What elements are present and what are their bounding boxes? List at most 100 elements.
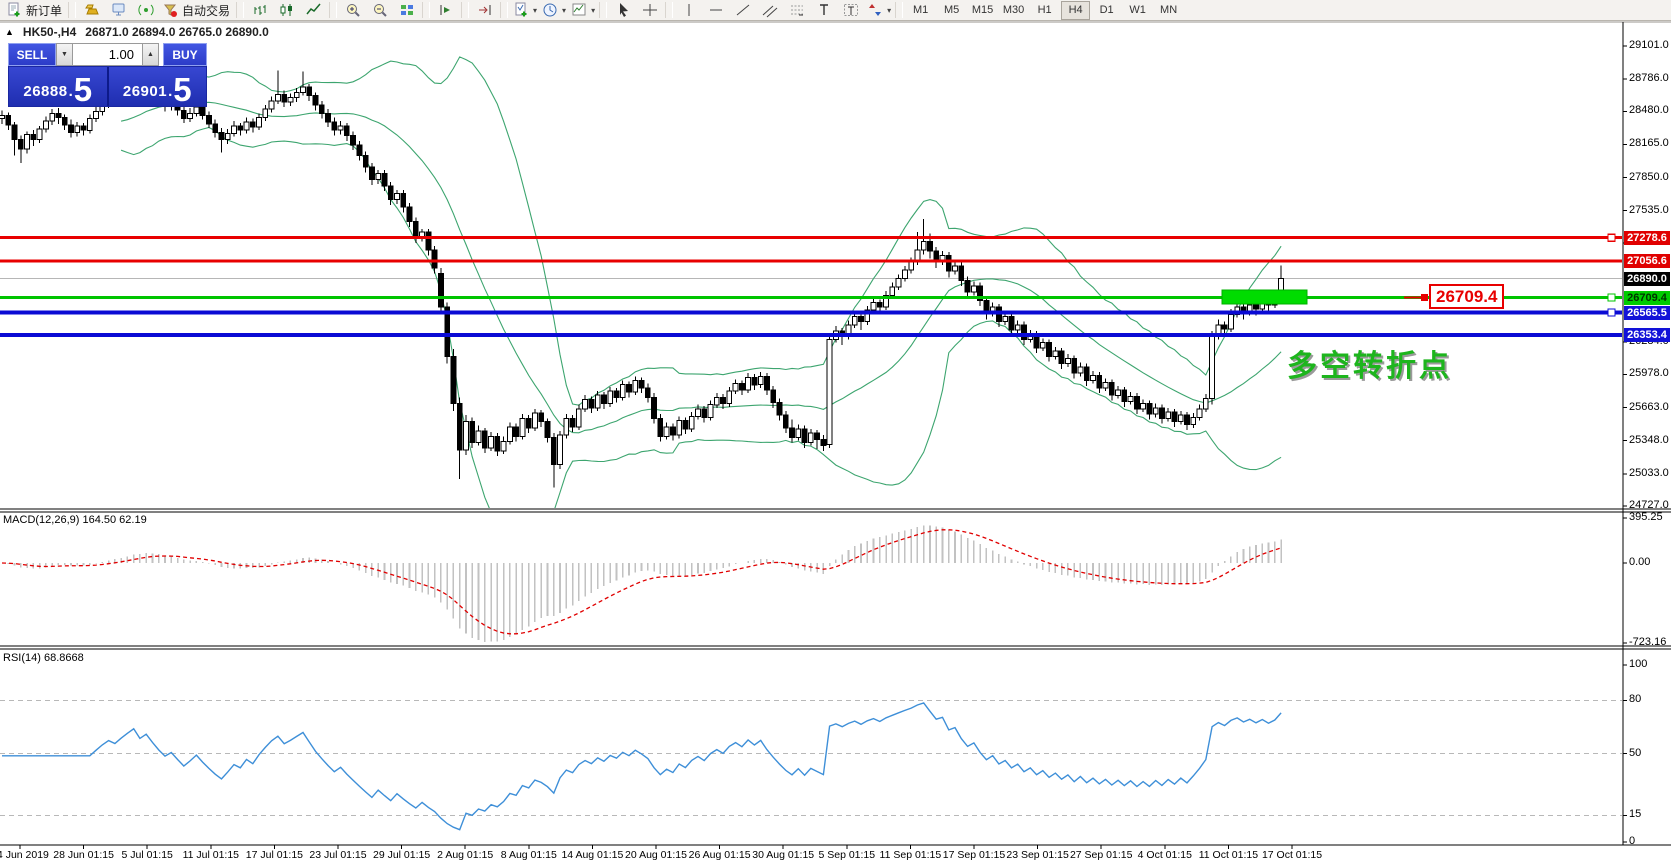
trend-line-button[interactable] bbox=[729, 1, 756, 20]
volume-down-button[interactable]: ▼ bbox=[56, 43, 73, 66]
fibonacci-icon bbox=[790, 5, 803, 16]
timeframe-button-m30[interactable]: M30 bbox=[999, 1, 1028, 20]
horizontal-line-icon bbox=[709, 9, 722, 11]
line-chart-icon bbox=[305, 3, 321, 15]
fibonacci-button[interactable] bbox=[783, 1, 810, 20]
arrows-icon bbox=[869, 4, 882, 16]
one-click-trading-panel: SELL ▼ ▲ BUY 26888 . 5 26901 . 5 bbox=[8, 43, 207, 107]
candle-chart-button[interactable] bbox=[273, 1, 300, 20]
gold-icon bbox=[84, 4, 99, 15]
line-chart-button[interactable] bbox=[300, 1, 327, 20]
channel-button[interactable] bbox=[756, 1, 783, 20]
sell-price-base: 26888 bbox=[23, 83, 68, 100]
buy-price-dot: . bbox=[168, 83, 173, 100]
vertical-line-icon bbox=[688, 4, 690, 16]
toolbar-separator bbox=[665, 2, 674, 18]
buy-button[interactable]: BUY bbox=[163, 43, 207, 66]
toolbar-separator bbox=[68, 2, 77, 18]
chart-header: ▲ HK50-,H4 26871.0 26894.0 26765.0 26890… bbox=[5, 25, 269, 39]
buy-price-display[interactable]: 26901 . 5 bbox=[109, 67, 207, 106]
sell-price-display[interactable]: 26888 . 5 bbox=[9, 67, 107, 106]
signals-button[interactable] bbox=[132, 1, 159, 20]
new-order-button-label: 新订单 bbox=[26, 3, 63, 18]
chart-shift-button[interactable] bbox=[471, 1, 498, 20]
collapse-panel-icon[interactable]: ▲ bbox=[5, 27, 14, 37]
buy-price-fraction: 5 bbox=[173, 70, 192, 108]
toolbar-separator bbox=[599, 2, 608, 18]
timeframe-button-mn[interactable]: MN bbox=[1154, 1, 1183, 20]
toolbar-separator bbox=[500, 2, 509, 18]
auto-scroll-button[interactable] bbox=[432, 1, 459, 20]
timeframe-button-m1[interactable]: M1 bbox=[906, 1, 935, 20]
indicators-button[interactable]: ▾ bbox=[510, 1, 539, 20]
cursor-icon bbox=[619, 3, 628, 17]
toolbar-separator bbox=[236, 2, 245, 18]
sell-price-fraction: 5 bbox=[73, 70, 93, 108]
toolbar-separator bbox=[461, 2, 470, 18]
signal-icon bbox=[137, 4, 154, 16]
text-label-button[interactable] bbox=[837, 1, 864, 20]
timeframe-button-m5[interactable]: M5 bbox=[937, 1, 966, 20]
sell-price-dot: . bbox=[68, 83, 73, 100]
volume-up-button[interactable]: ▲ bbox=[142, 43, 159, 66]
toolbar-separator bbox=[895, 2, 904, 18]
chevron-down-icon[interactable]: ▾ bbox=[591, 6, 595, 15]
text-label-icon bbox=[843, 4, 858, 16]
clock-icon bbox=[543, 3, 557, 17]
crosshair-button[interactable] bbox=[636, 1, 663, 20]
chart-canvas[interactable] bbox=[0, 0, 1671, 865]
crosshair-icon bbox=[642, 4, 657, 16]
chevron-down-icon[interactable]: ▾ bbox=[562, 6, 566, 15]
bar-chart-button[interactable] bbox=[246, 1, 273, 20]
text-button[interactable] bbox=[810, 1, 837, 20]
timeframe-button-h1[interactable]: H1 bbox=[1030, 1, 1059, 20]
trend-line-icon bbox=[736, 4, 749, 16]
zoom-out-icon bbox=[373, 4, 387, 17]
autotrade-icon bbox=[163, 4, 178, 17]
turning-point-annotation: 多空转折点 bbox=[1287, 350, 1452, 383]
timeframe-button-d1[interactable]: D1 bbox=[1092, 1, 1121, 20]
arrows-button[interactable]: ▾ bbox=[864, 1, 893, 20]
text-icon bbox=[819, 4, 828, 15]
toolbar-separator bbox=[422, 2, 431, 18]
chart-shift-icon bbox=[478, 5, 491, 15]
templates-button[interactable]: ▾ bbox=[568, 1, 597, 20]
timeframe-button-m15[interactable]: M15 bbox=[968, 1, 997, 20]
vertical-line-button[interactable] bbox=[675, 1, 702, 20]
autotrade-button[interactable]: 自动交易 bbox=[159, 1, 234, 20]
symbol-period-label: HK50-,H4 bbox=[22, 25, 77, 39]
zoom-in-icon bbox=[346, 4, 360, 17]
tile-windows-button[interactable] bbox=[393, 1, 420, 20]
zoom-out-button[interactable] bbox=[366, 1, 393, 20]
trading-terminal-window: 新订单 自动交易 ▾ ▾ ▾ ▾ M1 M5 M15 M30 H1 H4 D1 W1 MN ▲ HK50-,… bbox=[0, 0, 1671, 865]
zoom-in-button[interactable] bbox=[339, 1, 366, 20]
cursor-button[interactable] bbox=[609, 1, 636, 20]
timeframe-button-w1[interactable]: W1 bbox=[1123, 1, 1152, 20]
volume-input[interactable] bbox=[73, 43, 142, 66]
new-order-icon bbox=[8, 2, 20, 17]
volume-stepper: ▼ ▲ bbox=[56, 43, 163, 66]
tile-windows-icon bbox=[400, 5, 413, 15]
main-toolbar: 新订单 自动交易 ▾ ▾ ▾ ▾ M1 M5 M15 M30 H1 H4 D1 W1 MN bbox=[0, 0, 1671, 21]
price-level-callout[interactable]: 26709.4 bbox=[1429, 284, 1505, 309]
monitor-icon bbox=[112, 3, 125, 16]
autotrade-button-label: 自动交易 bbox=[182, 3, 231, 18]
ohlc-values-label: 26871.0 26894.0 26765.0 26890.0 bbox=[85, 25, 269, 39]
new-order-button[interactable]: 新订单 bbox=[3, 1, 66, 20]
toolbar-separator bbox=[329, 2, 338, 18]
horizontal-line-button[interactable] bbox=[702, 1, 729, 20]
sell-button[interactable]: SELL bbox=[8, 43, 56, 66]
market-watch-button[interactable] bbox=[78, 1, 105, 20]
channel-icon bbox=[762, 5, 777, 18]
chevron-down-icon[interactable]: ▾ bbox=[533, 6, 537, 15]
auto-scroll-icon bbox=[440, 5, 450, 15]
buy-price-base: 26901 bbox=[122, 83, 168, 100]
candle-chart-icon bbox=[280, 4, 292, 16]
data-window-button[interactable] bbox=[105, 1, 132, 20]
template-icon bbox=[572, 3, 586, 16]
timeframe-button-h4[interactable]: H4 bbox=[1061, 0, 1091, 20]
periods-button[interactable]: ▾ bbox=[539, 1, 568, 20]
bar-chart-icon bbox=[254, 5, 266, 15]
chevron-down-icon[interactable]: ▾ bbox=[887, 6, 891, 15]
indicators-icon bbox=[515, 2, 527, 17]
